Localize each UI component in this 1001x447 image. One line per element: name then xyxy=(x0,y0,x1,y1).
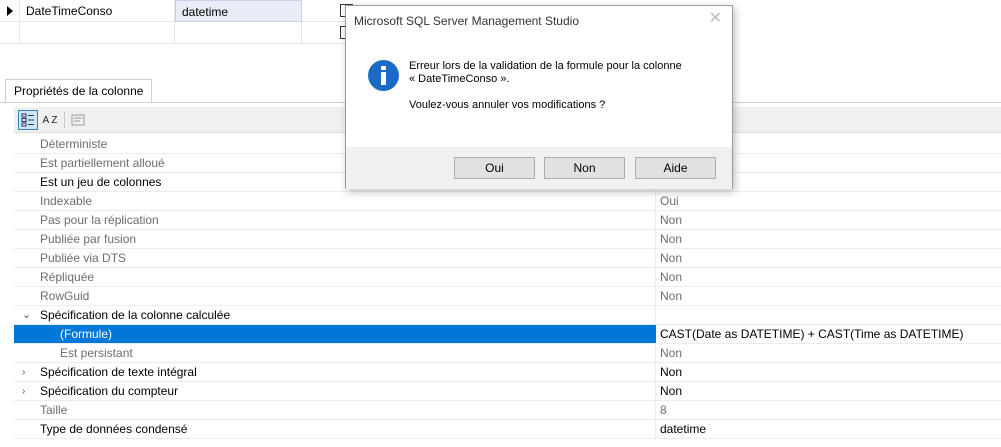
property-row-est-persistant[interactable]: Est persistant Non xyxy=(14,344,1001,363)
dialog-question: Voulez-vous annuler vos modifications ? xyxy=(409,99,606,111)
property-value[interactable]: Non xyxy=(656,363,1001,381)
property-name: Est persistant xyxy=(14,344,656,362)
property-value: Oui xyxy=(660,194,679,208)
property-row-rowguid[interactable]: RowGuid Non xyxy=(14,287,1001,306)
property-row-texte-integral[interactable]: › Spécification de texte intégral Non xyxy=(14,363,1001,382)
property-name: Répliquée xyxy=(14,268,656,286)
property-pages-icon xyxy=(71,114,85,126)
property-value: Non xyxy=(660,270,683,284)
property-row-indexable[interactable]: Indexable Oui xyxy=(14,192,1001,211)
property-name: (Formule) xyxy=(14,325,656,343)
property-value: Non xyxy=(660,289,683,303)
categorized-icon xyxy=(21,113,34,127)
tab-column-properties[interactable]: Propriétés de la colonne xyxy=(5,79,153,103)
message-line: « DateTimeConso ». xyxy=(409,73,510,85)
property-value: Non xyxy=(660,232,683,246)
column-name-cell[interactable] xyxy=(20,22,175,44)
property-name: Type de données condensé xyxy=(14,420,656,438)
close-icon[interactable]: ✕ xyxy=(709,10,722,28)
categorized-button[interactable] xyxy=(18,110,38,130)
row-selector[interactable] xyxy=(0,22,20,44)
property-pages-button[interactable] xyxy=(68,110,88,130)
property-row-publiee-par-fusion[interactable]: Publiée par fusion Non xyxy=(14,230,1001,249)
data-type-cell[interactable]: datetime xyxy=(175,0,302,22)
property-name: Taille xyxy=(14,401,656,419)
property-name: Spécification de texte intégral xyxy=(14,363,656,381)
column-name-cell[interactable]: DateTimeConso xyxy=(20,0,175,22)
no-button[interactable]: Non xyxy=(544,157,625,179)
property-value: Non xyxy=(660,346,683,360)
formula-value[interactable]: CAST(Date as DATETIME) + CAST(Time as DA… xyxy=(656,325,1001,343)
grid-row-empty[interactable] xyxy=(0,22,385,44)
property-name: RowGuid xyxy=(14,287,656,305)
property-row-pas-pour-replication[interactable]: Pas pour la réplication Non xyxy=(14,211,1001,230)
property-name: Pas pour la réplication xyxy=(14,211,656,229)
message-line: Erreur lors de la validation de la formu… xyxy=(409,60,682,72)
row-selector[interactable] xyxy=(0,0,20,22)
property-name: Publiée via DTS xyxy=(14,249,656,267)
alpha-sort-button[interactable]: A Z xyxy=(40,110,60,130)
property-name: Indexable xyxy=(14,192,656,210)
current-row-arrow-icon xyxy=(7,6,13,16)
property-value[interactable]: Non xyxy=(656,382,1001,400)
property-name: Spécification du compteur xyxy=(14,382,656,400)
validation-error-dialog: Microsoft SQL Server Management Studio ✕… xyxy=(345,5,733,189)
property-row-colonne-calculee[interactable]: ⌄ Spécification de la colonne calculée xyxy=(14,306,1001,325)
property-value: Non xyxy=(660,251,683,265)
toolbar-separator xyxy=(64,112,65,128)
property-row-formule[interactable]: (Formule) CAST(Date as DATETIME) + CAST(… xyxy=(14,325,1001,344)
info-icon xyxy=(368,60,399,91)
dialog-button-bar: Oui Non Aide xyxy=(346,147,732,189)
property-row-taille[interactable]: Taille 8 xyxy=(14,401,1001,420)
alpha-sort-icon: A Z xyxy=(42,114,58,126)
property-row-type-condense[interactable]: Type de données condensé datetime xyxy=(14,420,1001,439)
property-value: 8 xyxy=(660,403,667,417)
grid-row-datetimeconso[interactable]: DateTimeConso datetime xyxy=(0,0,385,22)
property-value xyxy=(656,306,1001,324)
dialog-title: Microsoft SQL Server Management Studio xyxy=(354,14,579,28)
property-row-compteur[interactable]: › Spécification du compteur Non xyxy=(14,382,1001,401)
property-value: datetime xyxy=(660,422,707,436)
property-name: Publiée par fusion xyxy=(14,230,656,248)
help-button[interactable]: Aide xyxy=(635,157,716,179)
dialog-message: Erreur lors de la validation de la formu… xyxy=(409,60,719,86)
data-type-cell[interactable] xyxy=(175,22,302,44)
yes-button[interactable]: Oui xyxy=(454,157,535,179)
property-name: Spécification de la colonne calculée xyxy=(14,306,656,324)
property-row-repliquee[interactable]: Répliquée Non xyxy=(14,268,1001,287)
property-row-publiee-via-dts[interactable]: Publiée via DTS Non xyxy=(14,249,1001,268)
property-value: Non xyxy=(660,213,683,227)
